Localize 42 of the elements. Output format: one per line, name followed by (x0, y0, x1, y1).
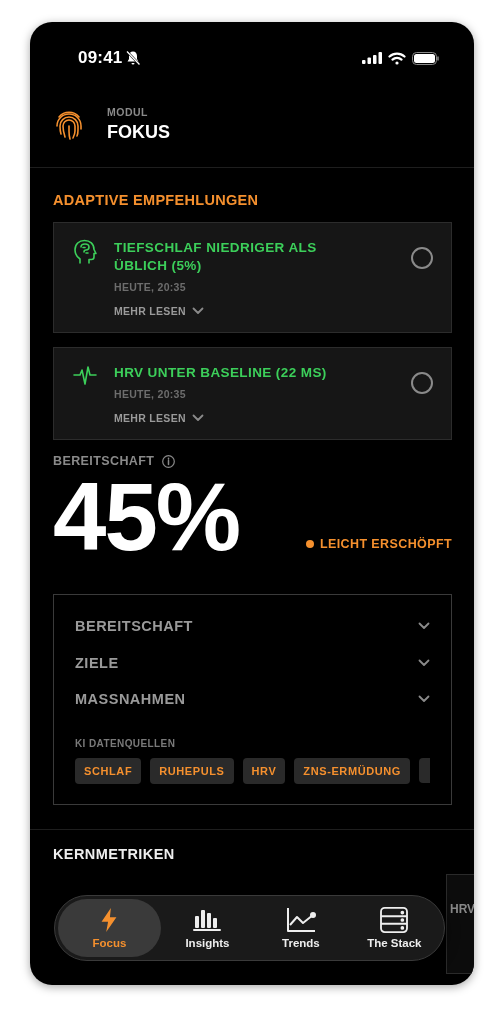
bar-chart-icon (192, 907, 223, 933)
readiness-label: BEREITSCHAFT (53, 454, 155, 468)
read-more-button[interactable]: MEHR LESEN (114, 412, 204, 424)
timestamp: HEUTE, 20:35 (114, 281, 187, 293)
chevron-down-icon (191, 414, 204, 422)
section-title: KERNMETRIKEN (53, 845, 176, 862)
heartbeat-icon (73, 364, 97, 386)
chevron-down-icon (418, 695, 430, 704)
server-stack-icon (378, 907, 411, 933)
tab-bar-item[interactable]: Insights (160, 899, 255, 957)
line-chart-icon (285, 907, 316, 933)
accordion-header[interactable]: ZIELE (75, 654, 119, 671)
readiness-value: 45% (53, 474, 240, 560)
wifi-icon (388, 51, 406, 65)
signal-icon (362, 52, 382, 64)
chevron-down-icon (418, 658, 430, 667)
chevron-down-icon (191, 307, 204, 315)
accordion-header[interactable]: MASSNAHMEN (75, 691, 186, 708)
data-sources-label: KI DATENQUELLEN (75, 737, 177, 749)
read-more-button[interactable]: MEHR LESEN (114, 305, 204, 317)
battery-icon (412, 51, 440, 65)
readiness-status: LEICHT ERSCHÖPFT (319, 537, 452, 551)
tab-bar-item[interactable]: The Stack (347, 899, 441, 957)
source-tag: SCHLAF (75, 757, 142, 784)
source-tag: HRV (242, 757, 286, 784)
head-brain-icon (73, 239, 97, 265)
recommendation-title: HRV UNTER BASELINE (22 MS) (114, 364, 328, 382)
info-icon[interactable] (162, 454, 176, 468)
check-circle[interactable] (411, 372, 433, 394)
check-circle[interactable] (411, 247, 433, 269)
tab-bar-item[interactable]: Trends (254, 899, 348, 957)
recommendation-title: TIEFSCHLAF NIEDRIGER ALS ÜBLICH (5%) (114, 239, 318, 275)
module-label: MODUL (107, 106, 149, 118)
timestamp: HEUTE, 20:35 (114, 388, 187, 400)
clock-time: 09:41 (78, 48, 123, 68)
section-title: ADAPTIVE EMPFEHLUNGEN (53, 192, 260, 208)
chevron-down-icon (418, 622, 430, 631)
source-tag: ZNS-ERMÜDUNG (294, 757, 410, 784)
module-title: FOKUS (107, 122, 170, 143)
tab-bar-item[interactable]: Focus (58, 899, 161, 957)
accordion-header[interactable]: BEREITSCHAFT (75, 618, 193, 635)
source-tag: RUHEPULS (150, 757, 234, 784)
